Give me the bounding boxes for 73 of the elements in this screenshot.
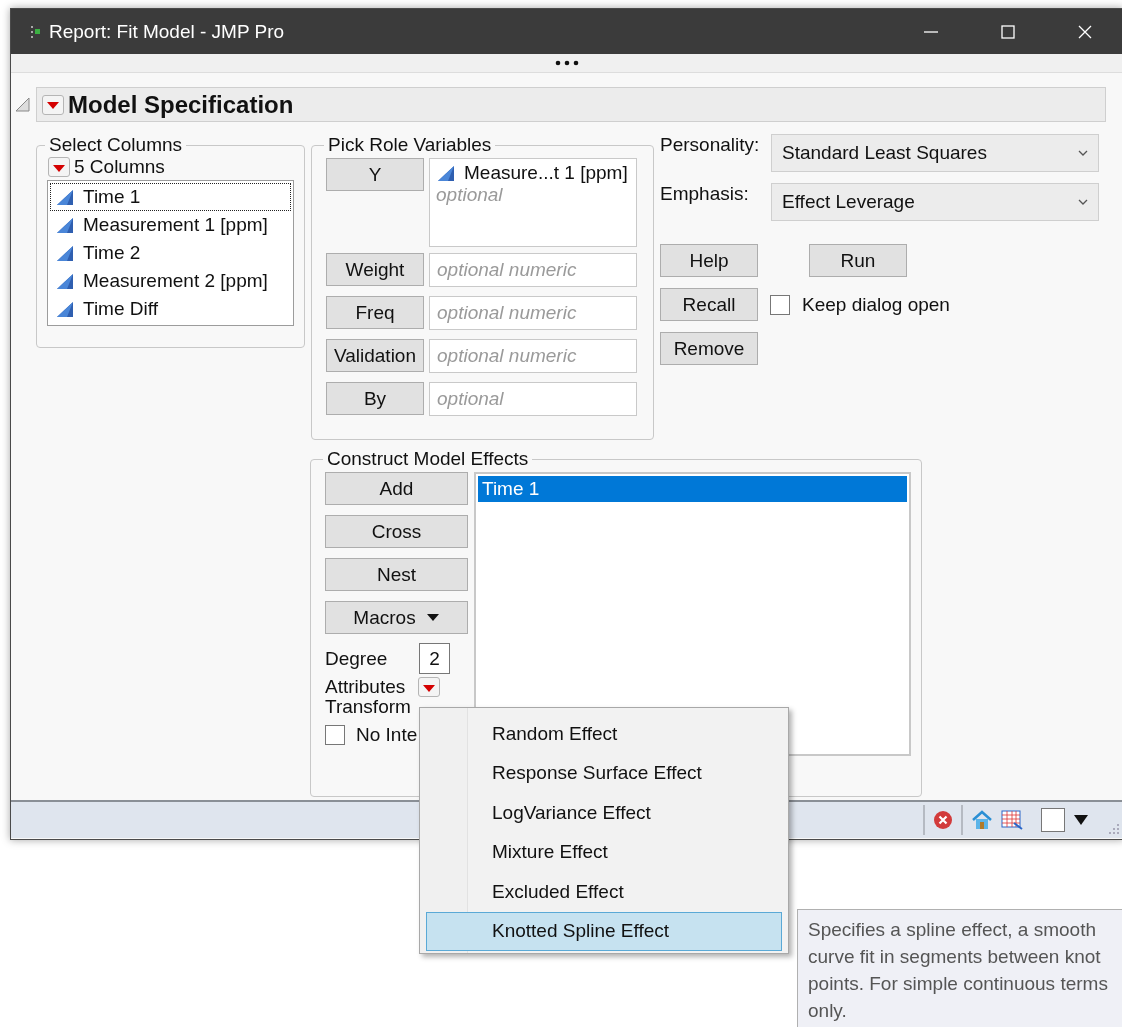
menu-item[interactable]: Random Effect: [426, 714, 782, 754]
triangle-menu-button[interactable]: [418, 677, 441, 697]
column-item[interactable]: Time Diff: [50, 295, 291, 323]
continuous-icon: [55, 243, 75, 263]
placeholder: optional numeric: [437, 302, 577, 324]
dropdown-icon[interactable]: [1073, 813, 1089, 827]
home-icon[interactable]: [971, 809, 993, 831]
help-button[interactable]: Help: [660, 244, 758, 277]
maximize-icon[interactable]: [999, 23, 1016, 40]
more-icon[interactable]: [555, 60, 579, 66]
menu-item[interactable]: Knotted Spline Effect: [426, 911, 782, 951]
role-value: Measure...t 1 [ppm]: [464, 162, 628, 184]
tooltip-text: Specifies a spline effect, a smooth curve fit in segments between knot points. For simple continuous terms only.: [807, 918, 1109, 1023]
field-label: Degree: [325, 647, 388, 670]
effect-item[interactable]: Time 1: [478, 476, 907, 502]
role-button[interactable]: Y: [326, 158, 424, 191]
placeholder: optional numeric: [437, 345, 577, 367]
continuous-icon: [55, 187, 75, 207]
dropdown[interactable]: Standard Least Squares: [771, 134, 1099, 172]
placeholder: optional: [437, 388, 504, 410]
column-item[interactable]: Measurement 2 [ppm]: [50, 267, 291, 295]
group-title: Pick Role Variables: [327, 134, 493, 156]
menu-item[interactable]: LogVariance Effect: [426, 793, 782, 833]
checkbox[interactable]: [770, 294, 790, 315]
continuous-icon: [55, 299, 75, 319]
checkbox-label: No Inte: [356, 724, 418, 746]
degree-field[interactable]: 2: [419, 643, 450, 674]
recall-button[interactable]: Recall: [660, 288, 758, 321]
remove-button[interactable]: Remove: [660, 332, 758, 365]
menu-button[interactable]: Macros: [325, 601, 468, 634]
field-label: Transform: [325, 696, 411, 718]
outline-title: Model Specification: [68, 90, 294, 119]
chevron-icon: [1078, 149, 1088, 157]
menu-item[interactable]: Excluded Effect: [426, 872, 782, 912]
run-button[interactable]: Run: [809, 244, 907, 277]
triangle-menu-button[interactable]: [48, 157, 70, 177]
menu-item[interactable]: Mixture Effect: [426, 832, 782, 872]
color-swatch[interactable]: [1041, 808, 1065, 832]
checkbox-label: Keep dialog open: [802, 293, 950, 316]
field-label: Personality:: [660, 134, 761, 156]
dropdown[interactable]: Effect Leverage: [771, 183, 1099, 221]
column-count: 5 Columns: [74, 156, 165, 178]
role-button[interactable]: Freq: [326, 296, 424, 329]
effect-button[interactable]: Cross: [325, 515, 468, 548]
disclosure-icon[interactable]: [15, 96, 30, 113]
resize-grip-icon[interactable]: [1107, 822, 1119, 834]
field-label: Attributes: [325, 676, 406, 698]
close-icon[interactable]: [1076, 23, 1093, 40]
role-button[interactable]: Weight: [326, 253, 424, 286]
effect-button[interactable]: Add: [325, 472, 468, 505]
continuous-icon: [55, 271, 75, 291]
placeholder: optional: [436, 184, 503, 206]
group-title: Select Columns: [48, 134, 184, 156]
column-item[interactable]: Time 2: [50, 239, 291, 267]
role-field[interactable]: Measure...t 1 [ppm] optional: [429, 158, 637, 247]
role-button[interactable]: By: [326, 382, 424, 415]
field-label: Emphasis:: [660, 183, 750, 205]
window-title: Report: Fit Model - JMP Pro: [49, 20, 286, 43]
chevron-icon: [1078, 198, 1088, 206]
placeholder: optional numeric: [437, 259, 577, 281]
effect-button[interactable]: Nest: [325, 558, 468, 591]
group-title: Construct Model Effects: [326, 448, 530, 470]
checkbox[interactable]: [325, 725, 345, 745]
role-button[interactable]: Validation: [326, 339, 424, 372]
triangle-menu-button[interactable]: [42, 94, 64, 115]
error-icon[interactable]: [933, 810, 953, 830]
continuous-icon: [436, 163, 456, 183]
continuous-icon: [55, 215, 75, 235]
grid-icon[interactable]: [1001, 809, 1023, 831]
column-item[interactable]: Measurement 1 [ppm]: [50, 211, 291, 239]
caret-icon: [425, 613, 440, 622]
column-item[interactable]: Time 1: [50, 183, 291, 211]
menu-item[interactable]: Response Surface Effect: [426, 753, 782, 793]
